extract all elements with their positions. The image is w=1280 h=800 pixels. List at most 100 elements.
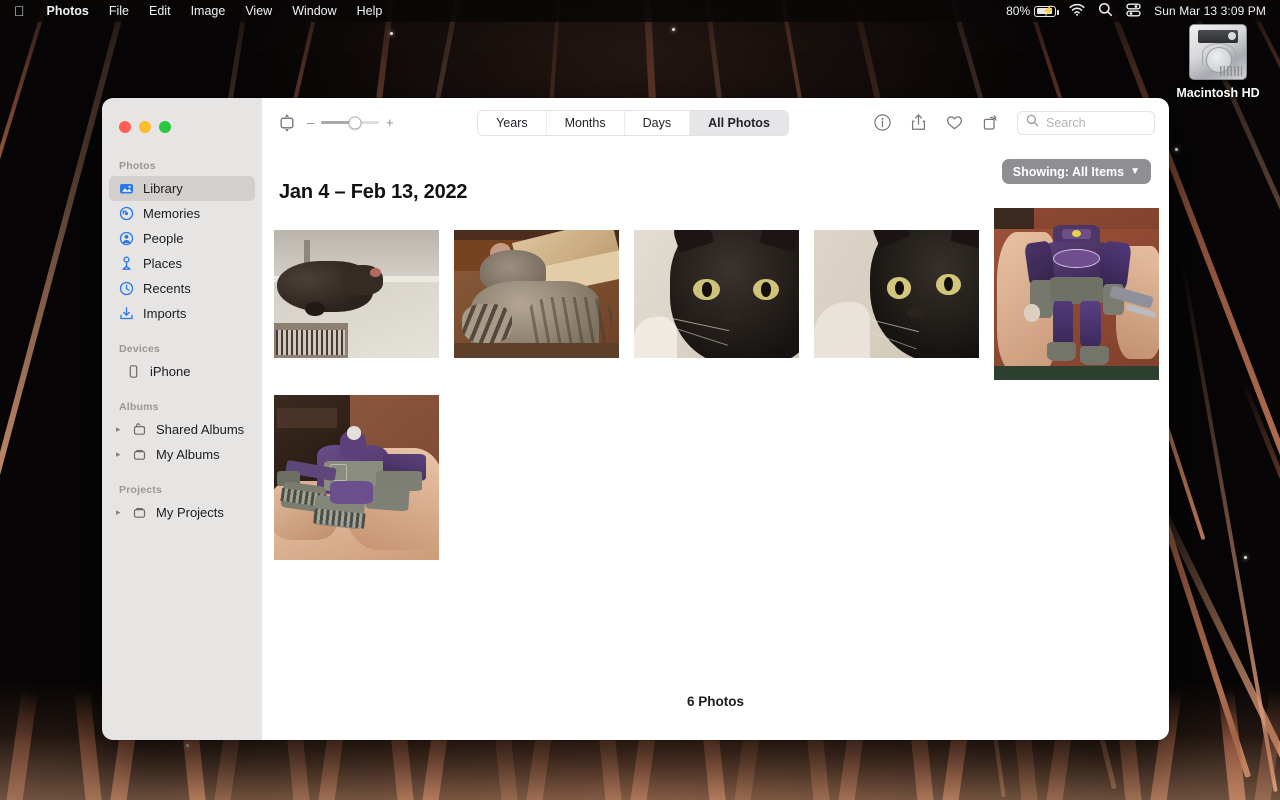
sidebar-item-imports[interactable]: Imports (109, 301, 255, 326)
wallpaper-streak (0, 0, 64, 448)
toolbar: – + Years Months Days All Photos Search (262, 98, 1169, 147)
zoom-out-label[interactable]: – (307, 116, 314, 129)
sidebar-group-projects: Projects ▸ My Projects (102, 484, 262, 525)
wallpaper-sparkle (390, 32, 393, 35)
menu-item-photos[interactable]: Photos (37, 4, 99, 18)
sidebar-item-label: Recents (143, 281, 191, 296)
menu-item-help[interactable]: Help (347, 4, 393, 18)
sidebar-group-devices: Devices iPhone (102, 343, 262, 384)
page-title: Jan 4 – Feb 13, 2022 (279, 181, 468, 203)
showing-filter-label: Showing: All Items (1012, 164, 1125, 179)
photo-thumbnail[interactable] (994, 208, 1159, 380)
wifi-icon[interactable] (1069, 3, 1085, 19)
photo-thumbnail[interactable] (634, 230, 799, 358)
menu-item-window[interactable]: Window (282, 4, 346, 18)
photo-image-robot-figure (994, 208, 1159, 380)
battery-status[interactable]: 80% ⚡ (1006, 4, 1059, 18)
sidebar-item-label: Library (143, 181, 183, 196)
sidebar-item-my-albums[interactable]: ▸ My Albums (109, 442, 255, 467)
photo-thumbnail[interactable] (814, 230, 979, 358)
chevron-right-icon[interactable]: ▸ (116, 450, 125, 459)
chevron-down-icon: ▼ (1130, 166, 1140, 177)
minimize-button[interactable] (139, 121, 151, 133)
hard-drive-icon (1189, 24, 1247, 80)
view-mode-segmented-control: Years Months Days All Photos (477, 109, 789, 136)
showing-filter-button[interactable]: Showing: All Items ▼ (1001, 159, 1151, 184)
menu-item-edit[interactable]: Edit (139, 4, 181, 18)
sidebar-item-recents[interactable]: Recents (109, 276, 255, 301)
photo-image-cat-windowsill (274, 230, 439, 358)
people-icon (119, 231, 134, 246)
menu-bar-status-area: 80% ⚡ Sun Mar 13 3:09 PM (1006, 2, 1270, 20)
sidebar-item-places[interactable]: Places (109, 251, 255, 276)
rotate-icon[interactable] (981, 113, 1000, 132)
import-icon (119, 306, 134, 321)
sidebar-section-title: Photos (119, 160, 156, 172)
tab-all-photos[interactable]: All Photos (690, 110, 788, 135)
sidebar-item-library[interactable]: Library (109, 176, 255, 201)
tab-days[interactable]: Days (624, 110, 691, 135)
sidebar-item-label: Shared Albums (156, 422, 245, 437)
search-input[interactable]: Search (1017, 110, 1155, 135)
sidebar-item-label: My Projects (156, 505, 224, 520)
zoom-slider[interactable] (321, 116, 379, 129)
toolbar-right-group: Search (873, 110, 1155, 135)
zoom-slider-thumb[interactable] (348, 116, 362, 129)
photo-grid-row (274, 208, 1159, 380)
clock-icon (119, 281, 134, 296)
album-folder-icon (132, 447, 147, 462)
sidebar-item-people[interactable]: People (109, 226, 255, 251)
zoom-slider-group[interactable]: – + (307, 116, 394, 129)
content-area: – + Years Months Days All Photos Search … (262, 98, 1169, 740)
chevron-right-icon[interactable]: ▸ (116, 425, 125, 434)
photo-thumbnail[interactable] (454, 230, 619, 358)
menu-item-file[interactable]: File (99, 4, 139, 18)
wallpaper-sparkle (1175, 148, 1178, 151)
iphone-icon (126, 364, 141, 379)
menu-bar:  Photos File Edit Image View Window Hel… (0, 0, 1280, 22)
sidebar-toggle-icon[interactable] (278, 113, 296, 133)
sidebar-item-my-projects[interactable]: ▸ My Projects (109, 500, 255, 525)
sidebar-item-label: My Albums (156, 447, 220, 462)
photo-image-black-cat-face (634, 230, 799, 358)
desktop-icon-macintosh-hd[interactable]: Macintosh HD (1172, 24, 1264, 100)
menu-item-view[interactable]: View (235, 4, 282, 18)
sidebar-item-iphone[interactable]: iPhone (109, 359, 255, 384)
tab-months[interactable]: Months (546, 110, 625, 135)
sidebar-item-memories[interactable]: Memories (109, 201, 255, 226)
info-icon[interactable] (873, 113, 892, 132)
project-folder-icon (132, 505, 147, 520)
photo-thumbnail[interactable] (274, 230, 439, 358)
zoom-in-label[interactable]: + (386, 116, 394, 129)
toolbar-left-group: – + (278, 113, 394, 133)
photo-grid (274, 208, 1159, 560)
apple-logo-icon[interactable]:  (0, 4, 37, 18)
sidebar-item-shared-albums[interactable]: ▸ Shared Albums (109, 417, 255, 442)
desktop-icon-label: Macintosh HD (1176, 86, 1260, 100)
shared-album-icon (132, 422, 147, 437)
spotlight-search-icon[interactable] (1098, 2, 1113, 20)
sidebar-item-label: People (143, 231, 184, 246)
sidebar-item-label: Memories (143, 206, 201, 221)
window-traffic-lights (102, 108, 262, 133)
sidebar-item-label: iPhone (150, 364, 191, 379)
share-icon[interactable] (909, 113, 928, 132)
photo-thumbnail[interactable] (274, 395, 439, 560)
places-pin-icon (119, 256, 134, 271)
control-center-icon[interactable] (1126, 3, 1141, 20)
tab-years[interactable]: Years (478, 110, 547, 135)
library-icon (119, 181, 134, 196)
zoom-button[interactable] (159, 121, 171, 133)
battery-charging-icon: ⚡ (1034, 5, 1059, 17)
menu-bar-clock[interactable]: Sun Mar 13 3:09 PM (1154, 4, 1266, 18)
close-button[interactable] (119, 121, 131, 133)
favorite-heart-icon[interactable] (945, 113, 964, 132)
chevron-right-icon[interactable]: ▸ (116, 508, 125, 517)
memories-icon (119, 206, 134, 221)
photo-grid-row (274, 395, 1159, 560)
wallpaper-sparkle (1244, 556, 1247, 559)
sidebar-section-title: Albums (119, 401, 159, 413)
photo-image-tabby-in-box (454, 230, 619, 358)
menu-item-image[interactable]: Image (181, 4, 236, 18)
search-icon (1026, 114, 1039, 132)
